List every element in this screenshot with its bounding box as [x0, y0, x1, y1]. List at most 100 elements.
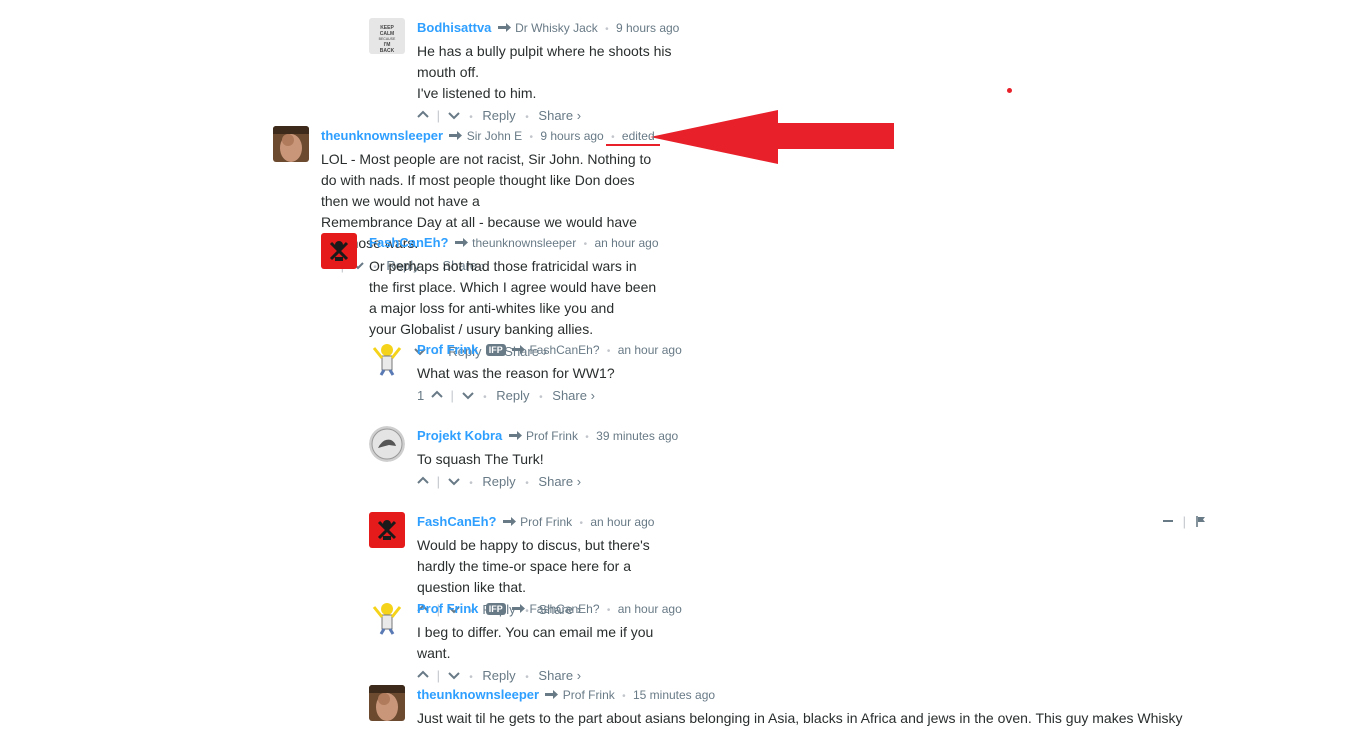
comment-header: theunknownsleeper Prof Frink • 15 minute…: [417, 685, 1182, 705]
comment-text: What was the reason for WW1?: [417, 363, 682, 384]
separator-dot: •: [611, 132, 615, 143]
upvote-icon[interactable]: [431, 387, 443, 399]
comment-line: your Globalist / usury banking allies.: [369, 321, 594, 337]
avatar[interactable]: [369, 426, 405, 462]
vote-divider: |: [450, 388, 454, 403]
reply-to-link[interactable]: Prof Frink: [563, 688, 615, 702]
timestamp[interactable]: an hour ago: [618, 343, 682, 357]
author-link[interactable]: Prof Frink: [417, 342, 478, 357]
separator-dot: •: [606, 605, 611, 616]
author-link[interactable]: Prof Frink: [417, 601, 478, 616]
separator-dot: •: [622, 691, 626, 702]
separator-dot: •: [525, 478, 529, 489]
share-button[interactable]: Share ›: [538, 108, 581, 123]
separator-dot: •: [525, 672, 529, 683]
comment-header: Bodhisattva Dr Whisky Jack • 9 hours ago: [417, 18, 679, 38]
upvote-icon[interactable]: [417, 107, 429, 119]
avatar[interactable]: [321, 233, 357, 269]
reply-button[interactable]: Reply: [496, 388, 529, 403]
collapse-icon[interactable]: [1163, 520, 1173, 522]
comment-line: I beg to differ. You can email me if you…: [417, 624, 654, 661]
comment-line: I've listened to him.: [417, 85, 537, 101]
comment-line: LOL - Most people are not racist, Sir Jo…: [321, 151, 652, 209]
svg-text:BACK: BACK: [380, 48, 395, 54]
author-link[interactable]: Projekt Kobra: [417, 428, 502, 443]
reply-arrow-icon: [449, 131, 463, 141]
author-link[interactable]: Bodhisattva: [417, 20, 491, 35]
upvote-icon[interactable]: [417, 473, 429, 485]
comment-text: Would be happy to discus, but there's ha…: [417, 535, 654, 598]
separator-dot: •: [606, 346, 611, 357]
comment-text: Or perhaps not had those fratricidal war…: [369, 256, 659, 340]
upvote-count: 1: [417, 388, 425, 403]
reply-button[interactable]: Reply: [482, 668, 515, 683]
tools-divider: |: [1182, 514, 1187, 529]
reply-to-link[interactable]: Prof Frink: [520, 515, 572, 529]
timestamp[interactable]: an hour ago: [594, 236, 658, 250]
reply-to-link[interactable]: FashCanEh?: [529, 343, 599, 357]
comment-line: Just wait til he gets to the part about …: [417, 710, 1183, 726]
reply-arrow-icon: [508, 431, 522, 441]
avatar[interactable]: [369, 599, 405, 635]
downvote-icon[interactable]: [447, 667, 460, 680]
reply-to-link[interactable]: FashCanEh?: [529, 602, 599, 616]
author-link[interactable]: theunknownsleeper: [321, 128, 443, 143]
upvote-icon[interactable]: [417, 667, 429, 679]
reply-button[interactable]: Reply: [482, 474, 515, 489]
edited-label: edited: [621, 129, 655, 143]
author-link[interactable]: theunknownsleeper: [417, 687, 539, 702]
downvote-icon[interactable]: [461, 387, 474, 400]
avatar[interactable]: KEEP CALM BECAUSE I'M BACK: [369, 18, 405, 54]
comment-header: Prof Frink IFP FashCanEh? • an hour ago: [417, 599, 682, 619]
separator-dot: •: [525, 112, 529, 123]
avatar[interactable]: [273, 126, 309, 162]
comment-text: To squash The Turk!: [417, 449, 678, 470]
downvote-icon[interactable]: [447, 107, 460, 120]
comment-text: Just wait til he gets to the part about …: [417, 708, 1182, 729]
comment-footer: | • Reply • Share ›: [417, 472, 678, 492]
comment-header: theunknownsleeper Sir John E • 9 hours a…: [321, 126, 655, 146]
reply-arrow-icon: [512, 604, 526, 614]
comment-footer: | • Reply • Share ›: [417, 666, 682, 686]
comment-text: He has a bully pulpit where he shoots hi…: [417, 41, 679, 104]
separator-dot: •: [605, 24, 609, 35]
separator-dot: •: [585, 432, 589, 443]
downvote-icon[interactable]: [447, 473, 460, 486]
reply-to-link[interactable]: theunknownsleeper: [472, 236, 576, 250]
reply-to-link[interactable]: Prof Frink: [526, 429, 578, 443]
share-button[interactable]: Share ›: [552, 388, 595, 403]
comment-tools: |: [1163, 514, 1206, 529]
vote-divider: |: [436, 474, 441, 489]
timestamp[interactable]: an hour ago: [618, 602, 682, 616]
share-button[interactable]: Share ›: [538, 668, 581, 683]
comment-footer: | • Reply • Share ›: [417, 106, 679, 126]
separator-dot: •: [469, 478, 473, 489]
separator-dot: •: [529, 132, 533, 143]
reply-arrow-icon: [502, 517, 516, 527]
avatar[interactable]: [369, 340, 405, 376]
flag-icon[interactable]: [1195, 514, 1206, 529]
user-badge: IFP: [485, 344, 506, 356]
author-link[interactable]: FashCanEh?: [417, 514, 496, 529]
separator-dot: •: [579, 518, 584, 529]
author-link[interactable]: FashCanEh?: [369, 235, 448, 250]
reply-button[interactable]: Reply: [482, 108, 515, 123]
timestamp[interactable]: 39 minutes ago: [596, 429, 678, 443]
timestamp[interactable]: 9 hours ago: [540, 129, 603, 143]
vote-divider: |: [436, 668, 441, 683]
timestamp[interactable]: 15 minutes ago: [633, 688, 715, 702]
annotation-dot: [1007, 88, 1012, 93]
comment-line: To squash The Turk!: [417, 451, 544, 467]
user-badge: IFP: [485, 603, 506, 615]
timestamp[interactable]: 9 hours ago: [616, 21, 679, 35]
comment-header: FashCanEh? Prof Frink • an hour ago: [417, 512, 654, 532]
comment-line: Or perhaps not had those fratricidal war…: [369, 258, 657, 316]
reply-to-link[interactable]: Dr Whisky Jack: [515, 21, 598, 35]
comment-line: What was the reason for WW1?: [417, 365, 615, 381]
share-button[interactable]: Share ›: [538, 474, 581, 489]
timestamp[interactable]: an hour ago: [590, 515, 654, 529]
vote-divider: |: [436, 108, 441, 123]
comment-header: Prof Frink IFP FashCanEh? • an hour ago: [417, 340, 682, 360]
reply-to-link[interactable]: Sir John E: [467, 129, 522, 143]
avatar[interactable]: [369, 512, 405, 548]
